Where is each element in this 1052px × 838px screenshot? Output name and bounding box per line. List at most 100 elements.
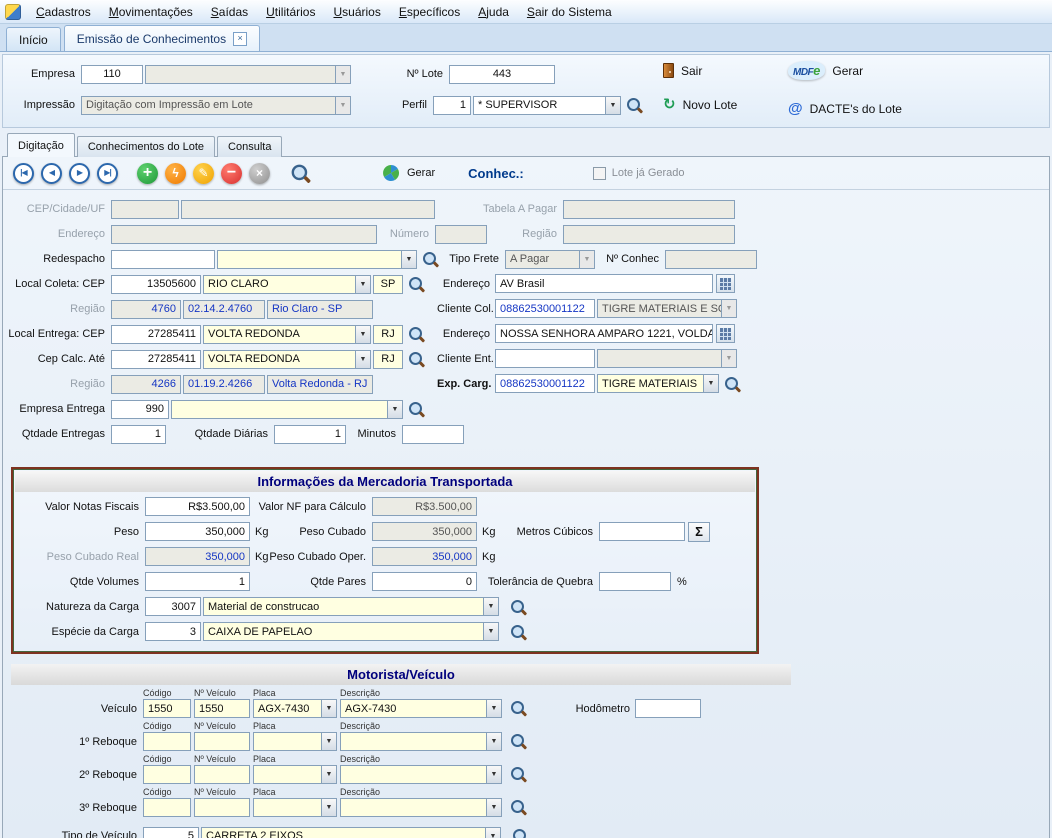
empresa-combo-field[interactable]	[145, 65, 335, 84]
qtde-volumes-field[interactable]: 1	[145, 572, 250, 591]
empresa-entrega-field[interactable]: 990	[111, 400, 169, 419]
search-icon[interactable]	[625, 96, 643, 114]
subtab-conhecimentos-do-lote[interactable]: Conhecimentos do Lote	[77, 136, 215, 157]
chevron-down-icon[interactable]: ▼	[321, 699, 337, 718]
exp-carg-cnpj-field[interactable]: 08862530001122	[495, 374, 595, 393]
search-icon[interactable]	[511, 827, 529, 838]
search-icon[interactable]	[723, 375, 741, 393]
menu-cadastros[interactable]: Cadastros	[28, 2, 99, 22]
perfil-combo[interactable]: * SUPERVISOR ▼	[473, 96, 621, 115]
address-button[interactable]	[716, 274, 735, 293]
chevron-down-icon[interactable]: ▼	[335, 96, 351, 115]
sair-button[interactable]: Sair	[663, 63, 702, 78]
chevron-down-icon[interactable]: ▼	[321, 798, 337, 817]
empresa-entrega-combo-field[interactable]	[171, 400, 387, 419]
chevron-down-icon[interactable]: ▼	[387, 400, 403, 419]
search-icon[interactable]	[509, 623, 527, 641]
lote-field[interactable]: 443	[449, 65, 555, 84]
gerar-mdfe-button[interactable]: MDF e Gerar	[788, 61, 863, 80]
empresa-entrega-combo[interactable]: ▼	[171, 400, 403, 419]
coleta-cep-field[interactable]: 13505600	[111, 275, 201, 294]
perfil-num-field[interactable]: 1	[433, 96, 471, 115]
search-icon[interactable]	[407, 350, 425, 368]
chevron-down-icon[interactable]: ▼	[355, 350, 371, 369]
novo-lote-button[interactable]: ↻ Novo Lote	[663, 97, 737, 112]
placa-field[interactable]: AGX-7430	[253, 699, 321, 718]
chevron-down-icon[interactable]: ▼	[485, 827, 501, 838]
redespacho-combo[interactable]: ▼	[217, 250, 417, 269]
cliente-ent-combo[interactable]: ▼	[597, 349, 737, 368]
minutos-field[interactable]	[402, 425, 464, 444]
last-record-button[interactable]: ▶|	[97, 163, 118, 184]
add-record-button[interactable]: +	[137, 163, 158, 184]
next-record-button[interactable]: ▶	[69, 163, 90, 184]
gerar-button[interactable]: Gerar	[382, 164, 435, 182]
tab-inicio[interactable]: Início	[6, 27, 61, 51]
descricao-combo[interactable]: ▼	[340, 765, 502, 784]
chevron-down-icon[interactable]: ▼	[703, 374, 719, 393]
menu-movimentacoes[interactable]: Movimentações	[101, 2, 201, 22]
chevron-down-icon[interactable]: ▼	[401, 250, 417, 269]
cepcalc-uf-field[interactable]: RJ	[373, 350, 403, 369]
first-record-button[interactable]: |◀	[13, 163, 34, 184]
menu-saidas[interactable]: Saídas	[203, 2, 256, 22]
empresa-combo[interactable]: ▼	[145, 65, 351, 84]
descricao-field[interactable]: AGX-7430	[340, 699, 486, 718]
chevron-down-icon[interactable]: ▼	[483, 597, 499, 616]
reboque3-codigo-field[interactable]	[143, 798, 191, 817]
search-icon[interactable]	[509, 765, 527, 783]
entrega-endereco-field[interactable]: NOSSA SENHORA AMPARO 1221, VOLDAC	[495, 324, 713, 343]
search-icon[interactable]	[509, 732, 527, 750]
placa-combo[interactable]: ▼	[253, 798, 337, 817]
coleta-endereco-field[interactable]: AV Brasil	[495, 274, 713, 293]
chevron-down-icon[interactable]: ▼	[579, 250, 595, 269]
placa-field[interactable]	[253, 798, 321, 817]
redespacho-combo-field[interactable]	[217, 250, 401, 269]
subtab-digitacao[interactable]: Digitação	[7, 133, 75, 157]
menu-usuarios[interactable]: Usuários	[325, 2, 388, 22]
valor-nf-field[interactable]: R$3.500,00	[145, 497, 250, 516]
chevron-down-icon[interactable]: ▼	[721, 299, 737, 318]
coleta-cidade-combo[interactable]: RIO CLARO ▼	[203, 275, 371, 294]
chevron-down-icon[interactable]: ▼	[335, 65, 351, 84]
delete-record-button[interactable]: −	[221, 163, 242, 184]
tipo-frete-value[interactable]: A Pagar	[505, 250, 579, 269]
redespacho-code-field[interactable]	[111, 250, 215, 269]
chevron-down-icon[interactable]: ▼	[486, 732, 502, 751]
impressao-combo-field[interactable]: Digitação com Impressão em Lote	[81, 96, 335, 115]
tab-emissao-conhecimentos[interactable]: Emissão de Conhecimentos ×	[64, 25, 260, 51]
metros-cubicos-field[interactable]	[599, 522, 685, 541]
menu-especificos[interactable]: Específicos	[391, 2, 468, 22]
reboque1-numero-field[interactable]	[194, 732, 250, 751]
reboque2-codigo-field[interactable]	[143, 765, 191, 784]
entrega-cep-field[interactable]: 27285411	[111, 325, 201, 344]
entrega-uf-field[interactable]: RJ	[373, 325, 403, 344]
qtde-pares-field[interactable]: 0	[372, 572, 477, 591]
search-icon[interactable]	[407, 275, 425, 293]
chevron-down-icon[interactable]: ▼	[486, 765, 502, 784]
especie-combo[interactable]: CAIXA DE PAPELAO ▼	[203, 622, 499, 641]
search-icon[interactable]	[407, 325, 425, 343]
search-icon[interactable]	[509, 798, 527, 816]
qtdade-diarias-field[interactable]: 1	[274, 425, 346, 444]
descricao-combo[interactable]: ▼	[340, 798, 502, 817]
exp-carg-combo[interactable]: TIGRE MATERIAIS ▼	[597, 374, 719, 393]
search-icon[interactable]	[289, 162, 311, 184]
close-icon[interactable]: ×	[233, 32, 247, 46]
prev-record-button[interactable]: ◀	[41, 163, 62, 184]
search-icon[interactable]	[509, 699, 527, 717]
cepcalc-cep-field[interactable]: 27285411	[111, 350, 201, 369]
empresa-field[interactable]: 110	[81, 65, 143, 84]
placa-field[interactable]	[253, 732, 321, 751]
coleta-cidade-field[interactable]: RIO CLARO	[203, 275, 355, 294]
search-icon[interactable]	[509, 598, 527, 616]
reboque2-numero-field[interactable]	[194, 765, 250, 784]
cepcalc-cidade-field[interactable]: VOLTA REDONDA	[203, 350, 355, 369]
search-icon[interactable]	[407, 400, 425, 418]
tolerancia-field[interactable]	[599, 572, 671, 591]
especie-desc-field[interactable]: CAIXA DE PAPELAO	[203, 622, 483, 641]
placa-combo[interactable]: AGX-7430 ▼	[253, 699, 337, 718]
reboque1-codigo-field[interactable]	[143, 732, 191, 751]
chevron-down-icon[interactable]: ▼	[721, 349, 737, 368]
chevron-down-icon[interactable]: ▼	[355, 325, 371, 344]
